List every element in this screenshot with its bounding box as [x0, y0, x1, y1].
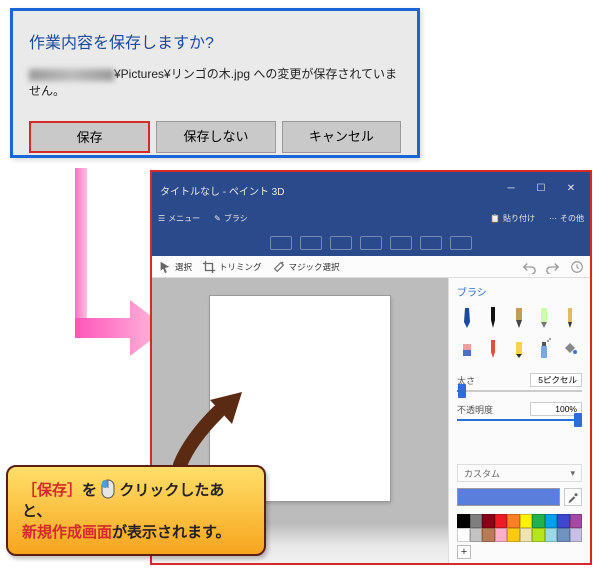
tool-slot[interactable] — [420, 236, 442, 250]
mouse-icon — [101, 479, 115, 499]
palette-swatch[interactable] — [557, 528, 570, 542]
minimize-button[interactable]: ─ — [496, 180, 526, 198]
redacted-path — [29, 69, 114, 81]
redo-icon[interactable] — [546, 260, 560, 274]
custom-dropdown[interactable]: カスタム ▾ — [457, 464, 582, 482]
select-tool[interactable]: 選択 — [158, 260, 192, 274]
palette-swatch[interactable] — [482, 514, 495, 528]
tool-slot[interactable] — [450, 236, 472, 250]
brush-calligraphy-icon[interactable] — [483, 305, 503, 331]
tool-slot[interactable] — [330, 236, 352, 250]
opacity-label: 不透明度 — [457, 403, 530, 416]
brush-pencil-icon[interactable] — [560, 305, 580, 331]
palette-swatch[interactable] — [507, 514, 520, 528]
brush-panel: ブラシ 太さ 5ピクセル — [448, 278, 590, 563]
brush-watercolor-icon[interactable] — [534, 305, 554, 331]
current-color-swatch[interactable] — [457, 488, 560, 506]
palette-swatch[interactable] — [470, 514, 483, 528]
history-icon[interactable] — [570, 260, 584, 274]
brush-spray-icon[interactable] — [534, 335, 554, 361]
close-button[interactable]: ✕ — [556, 180, 586, 198]
brush-eraser-icon[interactable] — [457, 335, 477, 361]
tool-slot[interactable] — [300, 236, 322, 250]
callout-save-label: ［保存］ — [22, 482, 82, 499]
thickness-slider[interactable] — [457, 390, 582, 392]
cancel-button[interactable]: キャンセル — [282, 121, 401, 153]
dialog-button-row: 保存 保存しない キャンセル — [29, 121, 401, 153]
tool-slot[interactable] — [270, 236, 292, 250]
titlebar: タイトルなし - ペイント 3D ─ ☐ ✕ — [152, 172, 590, 206]
palette-swatch[interactable] — [545, 514, 558, 528]
tool-slot[interactable] — [390, 236, 412, 250]
palette-swatch[interactable] — [532, 514, 545, 528]
undo-icon[interactable] — [522, 260, 536, 274]
palette-swatch[interactable] — [570, 528, 583, 542]
window-title: タイトルなし - ペイント 3D — [156, 181, 496, 198]
opacity-slider[interactable] — [457, 419, 582, 421]
add-color-button[interactable]: + — [457, 545, 471, 559]
paste-group[interactable]: 📋貼り付け — [490, 213, 535, 224]
tool-tabs — [152, 230, 590, 256]
palette-swatch[interactable] — [532, 528, 545, 542]
dont-save-button[interactable]: 保存しない — [156, 121, 275, 153]
palette-swatch[interactable] — [570, 514, 583, 528]
palette-swatch[interactable] — [545, 528, 558, 542]
etc-button[interactable]: ⋯その他 — [549, 213, 584, 224]
save-confirm-dialog: 作業内容を保存しますか? ¥Pictures¥リンゴの木.jpg への変更が保存… — [10, 8, 420, 158]
callout-newscreen-label: 新規作成画面 — [22, 524, 112, 541]
instruction-callout: ［保存］を クリックしたあと、 新規作成画面が表示されます。 — [6, 465, 266, 556]
brush-crayon-icon[interactable] — [483, 335, 503, 361]
maximize-button[interactable]: ☐ — [526, 180, 556, 198]
color-palette — [457, 514, 582, 542]
palette-swatch[interactable] — [520, 514, 533, 528]
action-toolbar: 選択 トリミング マジック選択 — [152, 256, 590, 278]
palette-swatch[interactable] — [482, 528, 495, 542]
thickness-section: 太さ 5ピクセル — [457, 373, 582, 392]
brush-oil-icon[interactable] — [509, 305, 529, 331]
save-button[interactable]: 保存 — [29, 121, 150, 153]
chevron-down-icon: ▾ — [570, 468, 575, 479]
palette-swatch[interactable] — [457, 528, 470, 542]
palette-swatch[interactable] — [495, 528, 508, 542]
brush-tab[interactable]: ✎ブラシ — [214, 213, 248, 224]
brush-pixel-icon[interactable] — [509, 335, 529, 361]
tool-slot[interactable] — [360, 236, 382, 250]
palette-swatch[interactable] — [507, 528, 520, 542]
eyedropper-tool[interactable] — [564, 488, 582, 506]
palette-swatch[interactable] — [470, 528, 483, 542]
palette-swatch[interactable] — [557, 514, 570, 528]
dialog-title: 作業内容を保存しますか? — [29, 29, 401, 53]
palette-swatch[interactable] — [520, 528, 533, 542]
menu-button[interactable]: ☰メニュー — [158, 213, 200, 224]
brush-marker-icon[interactable] — [457, 305, 477, 331]
opacity-section: 不透明度 100% — [457, 402, 582, 421]
magic-select-tool[interactable]: マジック選択 — [272, 260, 340, 274]
menubar: ☰メニュー ✎ブラシ 📋貼り付け ⋯その他 — [152, 206, 590, 230]
panel-title: ブラシ — [457, 284, 582, 299]
thickness-label: 太さ — [457, 374, 530, 387]
palette-swatch[interactable] — [495, 514, 508, 528]
brush-grid — [457, 305, 582, 361]
dialog-message: ¥Pictures¥リンゴの木.jpg への変更が保存されていません。 — [29, 65, 401, 99]
palette-swatch[interactable] — [457, 514, 470, 528]
thickness-value[interactable]: 5ピクセル — [530, 373, 582, 387]
crop-tool[interactable]: トリミング — [202, 260, 262, 274]
brush-fill-icon[interactable] — [560, 335, 580, 361]
